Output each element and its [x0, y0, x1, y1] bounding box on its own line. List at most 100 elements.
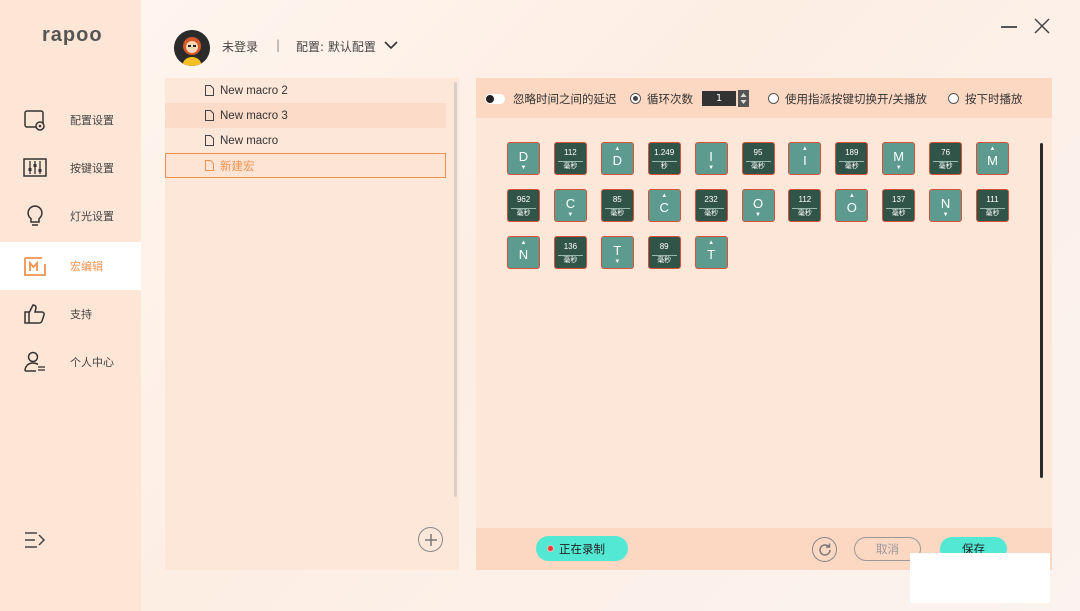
- sidebar-item-config[interactable]: 配置设置: [0, 96, 141, 144]
- key-up-tile[interactable]: ▲ M: [976, 142, 1009, 175]
- delay-tile[interactable]: 1.249 秒: [647, 142, 681, 175]
- arrow-up-icon: ▲: [989, 146, 996, 152]
- avatar[interactable]: [174, 30, 210, 66]
- loop-count-input[interactable]: 1: [702, 91, 736, 106]
- key-up-tile[interactable]: ▲ I: [788, 142, 822, 175]
- macro-list-scrollbar[interactable]: [454, 82, 457, 497]
- delay-value: 112: [798, 195, 812, 204]
- delay-value: 112: [564, 148, 577, 157]
- delay-tile[interactable]: 111 毫秒: [976, 189, 1009, 222]
- config-icon: [24, 110, 45, 131]
- arrow-down-icon: ▼: [755, 212, 761, 218]
- delay-value: 137: [892, 195, 906, 204]
- macro-list-item-selected[interactable]: 新建宏: [165, 153, 446, 178]
- watermark-area: [910, 553, 1050, 603]
- key-up-tile[interactable]: ▲ O: [835, 189, 869, 222]
- loop-count-label: 循环次数: [647, 92, 693, 106]
- arrow-down-icon: ▼: [567, 212, 574, 218]
- key-down-tile[interactable]: M ▼: [882, 142, 916, 175]
- lightbulb-icon: [27, 205, 43, 226]
- delay-unit: 毫秒: [980, 208, 1005, 218]
- minimize-button[interactable]: [1001, 26, 1017, 28]
- key-down-tile[interactable]: T ▼: [600, 236, 634, 269]
- delay-value: 89: [659, 242, 669, 251]
- delay-tile[interactable]: 112 毫秒: [788, 189, 822, 222]
- delay-unit: 毫秒: [651, 255, 677, 265]
- sequence-scrollbar[interactable]: [1040, 143, 1043, 478]
- config-selector[interactable]: 配置: 默认配置: [296, 38, 376, 55]
- arrow-down-icon: ▼: [708, 165, 715, 171]
- key-label: I: [803, 153, 807, 168]
- hold-mode-radio[interactable]: [948, 93, 959, 104]
- delay-tile[interactable]: 85 毫秒: [600, 189, 634, 222]
- file-icon: [205, 85, 214, 96]
- arrow-up-icon: ▲: [848, 193, 855, 199]
- loop-count-stepper[interactable]: [738, 90, 749, 107]
- recording-button[interactable]: 正在录制: [536, 536, 628, 561]
- sidebar: rapoo 配置设置 按键设置 灯光设置 宏编辑 支持 个人中心: [0, 0, 141, 611]
- ignore-delay-label: 忽略时间之间的延迟: [513, 92, 617, 106]
- file-icon: [205, 160, 214, 171]
- sidebar-item-label: 个人中心: [70, 356, 114, 369]
- delay-unit: 毫秒: [839, 161, 865, 171]
- close-icon[interactable]: [1034, 18, 1050, 34]
- arrow-up-icon: ▲: [661, 193, 668, 199]
- delay-value: 189: [845, 148, 859, 157]
- toggle-mode-radio[interactable]: [768, 93, 779, 104]
- sidebar-item-label: 支持: [70, 308, 92, 321]
- reset-button[interactable]: [812, 537, 837, 562]
- delay-tile[interactable]: 76 毫秒: [929, 142, 963, 175]
- key-label: M: [893, 149, 905, 164]
- delay-value: 85: [612, 195, 622, 204]
- delay-tile[interactable]: 89 毫秒: [647, 236, 681, 269]
- sidebar-item-support[interactable]: 支持: [0, 290, 141, 338]
- toggle-mode-label: 使用指派按键切换开/关播放: [785, 92, 927, 106]
- delay-tile[interactable]: 137 毫秒: [882, 189, 916, 222]
- arrow-up-icon: ▲: [614, 146, 621, 152]
- macro-list-item[interactable]: New macro 2: [165, 78, 446, 103]
- key-down-tile[interactable]: I ▼: [694, 142, 728, 175]
- login-status[interactable]: 未登录: [222, 38, 258, 55]
- key-up-tile[interactable]: ▲ D: [600, 142, 634, 175]
- arrow-up-icon: ▲: [520, 240, 527, 246]
- macro-list-item[interactable]: New macro: [165, 128, 446, 153]
- key-label: O: [752, 196, 764, 211]
- arrow-up-icon: ▲: [801, 146, 808, 152]
- key-down-tile[interactable]: C ▼: [553, 189, 587, 222]
- key-down-tile[interactable]: D ▼: [507, 142, 540, 175]
- ignore-delay-toggle[interactable]: [485, 94, 505, 104]
- key-up-tile[interactable]: ▲ T: [694, 236, 728, 269]
- loop-count-radio[interactable]: [630, 93, 641, 104]
- sidebar-item-macro[interactable]: 宏编辑: [0, 242, 141, 290]
- add-macro-button[interactable]: [418, 527, 443, 552]
- sidebar-item-profile[interactable]: 个人中心: [0, 338, 141, 386]
- key-label: D: [518, 149, 529, 164]
- delay-tile[interactable]: 962 毫秒: [507, 189, 540, 222]
- sidebar-item-lighting[interactable]: 灯光设置: [0, 192, 141, 240]
- delay-value: 136: [563, 242, 578, 251]
- key-label: D: [612, 153, 622, 168]
- macro-list-item[interactable]: New macro 3: [165, 103, 446, 128]
- delay-value: 95: [753, 148, 763, 157]
- delay-tile[interactable]: 136 毫秒: [553, 236, 587, 269]
- key-down-tile[interactable]: N ▼: [929, 189, 963, 222]
- macro-icon: [24, 257, 46, 276]
- refresh-icon: [818, 543, 831, 556]
- arrow-down-icon: ▼: [942, 212, 949, 218]
- delay-tile[interactable]: 232 毫秒: [694, 189, 728, 222]
- key-up-tile[interactable]: ▲ C: [647, 189, 681, 222]
- delay-tile[interactable]: 189 毫秒: [835, 142, 869, 175]
- thumbs-up-icon: [24, 304, 45, 324]
- sidebar-item-key-settings[interactable]: 按键设置: [0, 144, 141, 192]
- chevron-down-icon[interactable]: [384, 40, 398, 50]
- delay-tile[interactable]: 112 毫秒: [553, 142, 587, 175]
- key-up-tile[interactable]: ▲ N: [507, 236, 540, 269]
- hold-mode-label: 按下时播放: [965, 92, 1023, 106]
- delay-unit: 毫秒: [511, 208, 536, 218]
- delay-value: 1.249: [654, 148, 675, 157]
- delay-tile[interactable]: 95 毫秒: [741, 142, 775, 175]
- arrow-down-icon: ▼: [895, 165, 902, 171]
- delay-unit: 毫秒: [557, 161, 583, 171]
- key-down-tile[interactable]: O ▼: [741, 189, 775, 222]
- collapse-menu-icon[interactable]: [24, 530, 46, 550]
